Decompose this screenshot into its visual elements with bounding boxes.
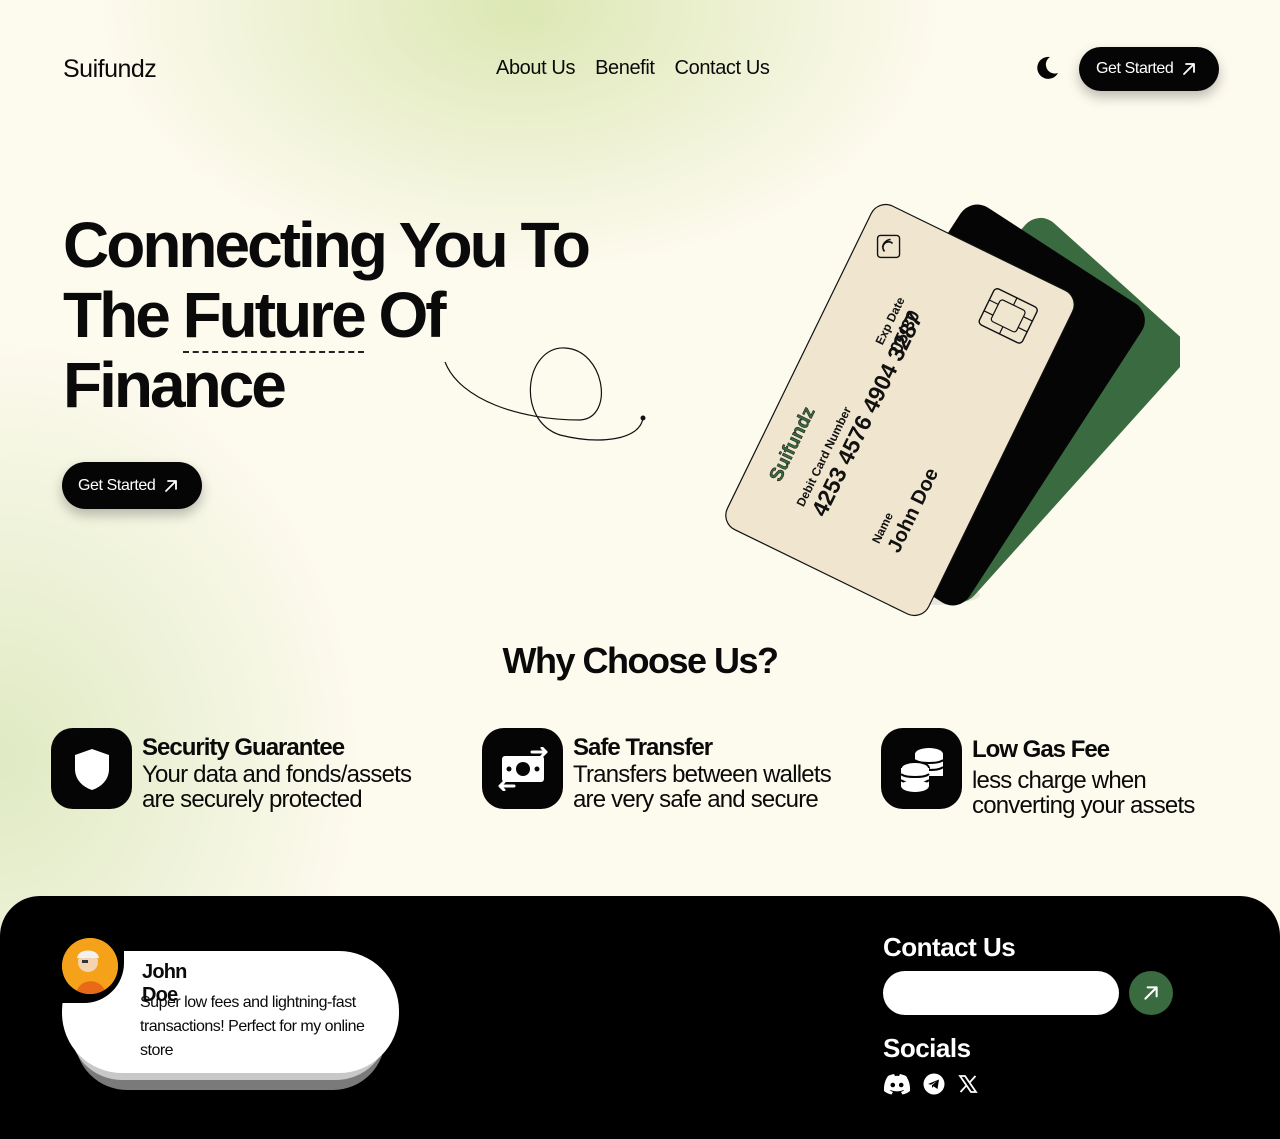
feature-desc-line2: are securely protected (142, 786, 363, 813)
feature-desc-line1: Transfers between wallets (573, 761, 832, 788)
get-started-label: Get Started (78, 476, 156, 494)
shield-icon (51, 728, 132, 809)
arrow-up-right-icon (1144, 986, 1158, 1000)
hero-title-of: Of (363, 279, 446, 351)
feature-desc-line2: converting your assets (972, 792, 1195, 819)
decorative-squiggle (444, 347, 646, 441)
contact-input[interactable] (883, 971, 1119, 1015)
x-icon[interactable] (957, 1071, 979, 1097)
discord-icon[interactable] (883, 1071, 911, 1097)
feature-title: Safe Transfer (573, 734, 713, 761)
hero-get-started-button[interactable]: Get Started (62, 462, 202, 509)
money-transfer-icon (482, 728, 563, 809)
feature-security: Security Guarantee Your data and fonds/a… (51, 728, 412, 813)
hero-title-future: Future (182, 279, 367, 353)
review-text: Super low fees and lightning-fast transa… (140, 994, 365, 1059)
telegram-icon[interactable] (923, 1071, 945, 1097)
debit-card-stack: Suifundz Debit Card Number 4253 4576 490… (725, 203, 1180, 617)
brand-logo[interactable]: Suifundz (63, 55, 157, 84)
coins-icon (881, 728, 962, 809)
arrow-up-right-icon (165, 479, 178, 492)
get-started-label: Get Started (1096, 60, 1174, 77)
nav-about-us[interactable]: About Us (496, 57, 575, 80)
feature-desc-line2: are very safe and secure (573, 786, 819, 813)
contact-us-heading: Contact Us (883, 932, 1016, 962)
why-choose-us-heading: Why Choose Us? (502, 640, 779, 681)
feature-title: Low Gas Fee (972, 736, 1110, 763)
feature-low-gas-fee: Low Gas Fee less charge when converting … (881, 728, 1195, 818)
feature-safe-transfer: Safe Transfer Transfers between wallets … (482, 728, 832, 813)
contact-submit-button[interactable] (1129, 971, 1173, 1015)
feature-title: Security Guarantee (142, 734, 345, 761)
moon-icon[interactable] (1034, 55, 1060, 81)
main-menu: About Us Benefit Contact Us (496, 57, 770, 80)
avatar (62, 938, 118, 994)
nav-benefit[interactable]: Benefit (595, 57, 655, 80)
top-navigation: Suifundz About Us Benefit Contact Us Get… (0, 0, 1280, 140)
arrow-up-right-icon (1183, 63, 1196, 75)
feature-desc-line1: Your data and fonds/assets (142, 761, 412, 788)
nav-contact-us[interactable]: Contact Us (675, 57, 770, 80)
hero-title-the: The (63, 279, 183, 351)
header-get-started-button[interactable]: Get Started (1079, 47, 1219, 91)
hero-title-line1: Connecting You To (63, 209, 591, 281)
socials-heading: Socials (883, 1033, 971, 1063)
feature-desc-line1: less charge when (972, 767, 1147, 794)
